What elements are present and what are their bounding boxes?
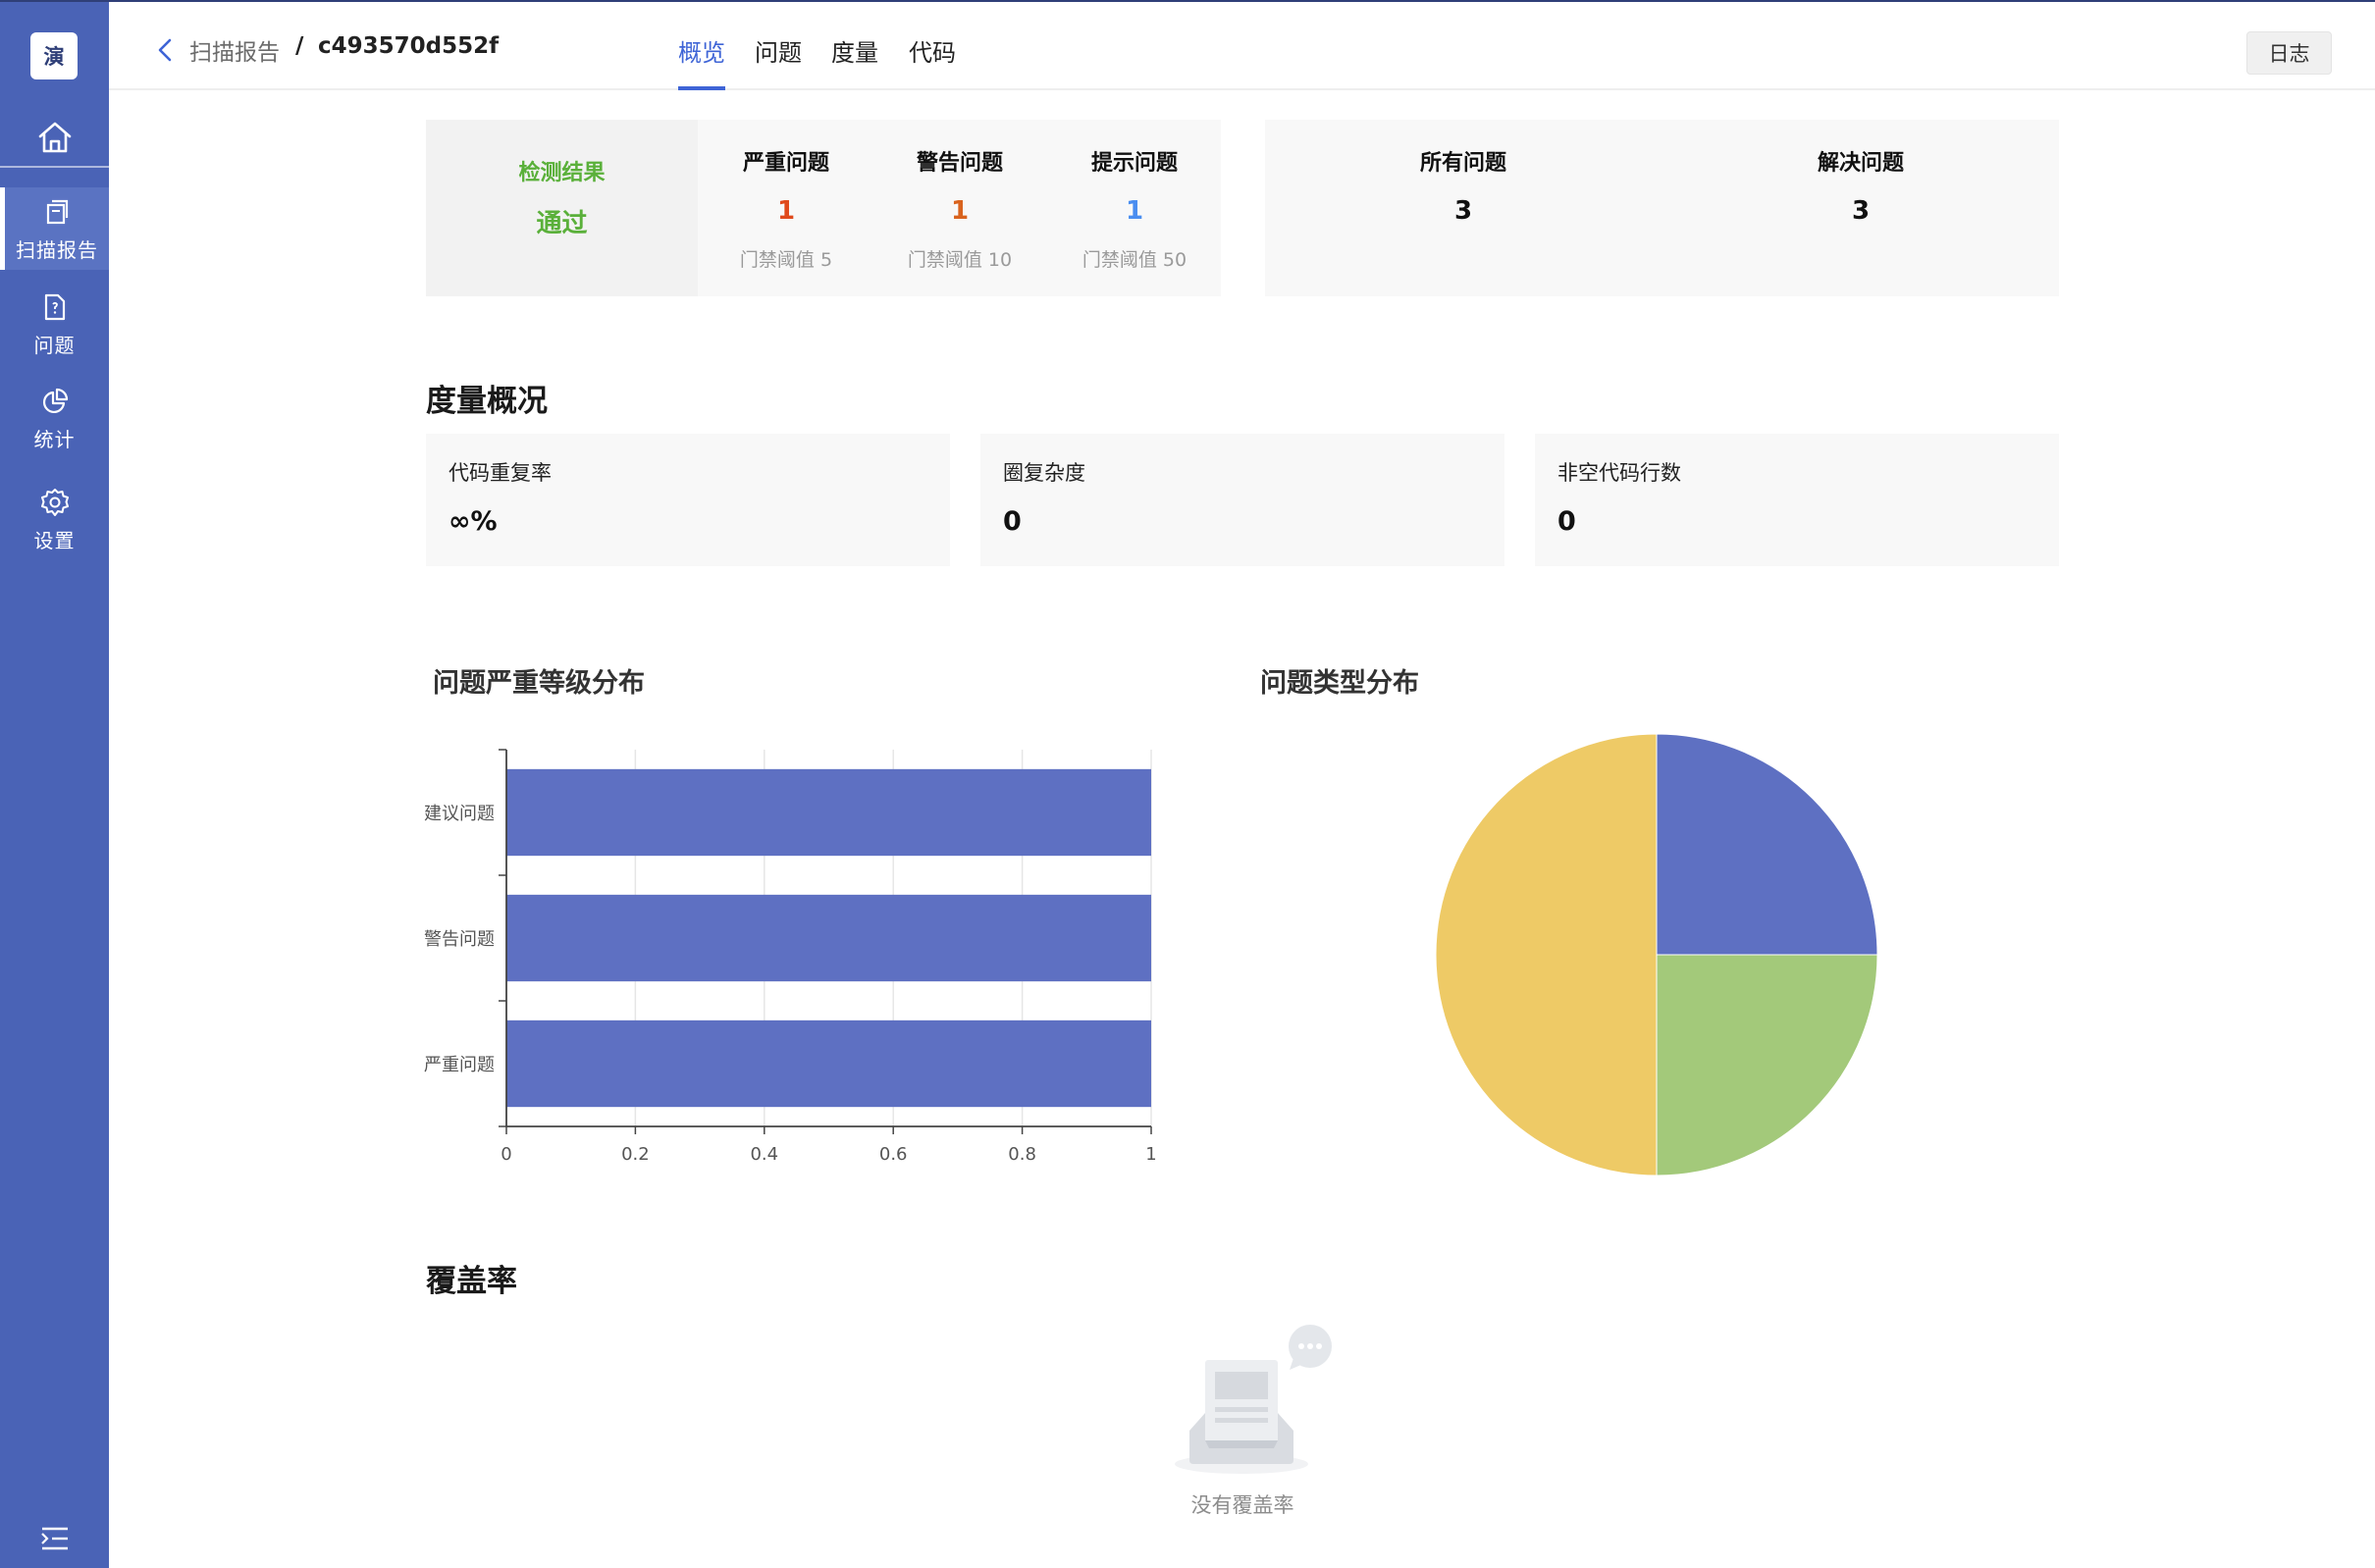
breadcrumb-separator: / — [295, 33, 304, 59]
back-button[interactable] — [154, 37, 176, 63]
bar[interactable] — [506, 1019, 1151, 1108]
home-icon — [38, 122, 71, 153]
x-tick-label: 1 — [1145, 1144, 1156, 1165]
sidebar-item-stats[interactable]: 统计 — [0, 377, 109, 459]
severity-warning: 警告问题 1 门禁阈值 10 — [871, 120, 1048, 296]
bar[interactable] — [506, 894, 1151, 982]
tab-metrics[interactable]: 度量 — [831, 33, 878, 68]
breadcrumb-scan-id: c493570d552f — [318, 33, 500, 59]
severity-threshold: 门禁阈值 10 — [907, 249, 1013, 271]
metric-label: 非空代码行数 — [1557, 461, 1681, 485]
bar[interactable] — [506, 768, 1151, 857]
severity-count[interactable]: 1 — [1046, 196, 1223, 226]
chevron-left-icon — [158, 38, 172, 62]
metric-value: ∞% — [449, 506, 498, 537]
severity-threshold: 门禁阈值 5 — [739, 249, 833, 271]
pie-chart-icon — [40, 385, 70, 418]
log-button[interactable]: 日志 — [2246, 31, 2332, 75]
top-header: 扫描报告 / c493570d552f 概览 问题 度量 代码 日志 — [109, 0, 2375, 90]
severity-threshold: 门禁阈值 50 — [1082, 249, 1188, 271]
total-title: 解决问题 — [1817, 151, 1904, 176]
total-all-issues: 所有问题 3 — [1316, 120, 1610, 296]
pie-slice[interactable] — [1656, 954, 1878, 1176]
gear-icon — [39, 486, 71, 519]
metric-card-complexity: 圈复杂度 0 — [980, 434, 1504, 566]
sidebar-item-label: 问题 — [33, 333, 76, 357]
issue-file-icon — [42, 290, 68, 324]
severity-count[interactable]: 1 — [871, 196, 1048, 226]
check-result-block: 检测结果 通过 — [426, 120, 698, 296]
x-tick-label: 0.8 — [1008, 1144, 1036, 1165]
pie-slice[interactable] — [1656, 733, 1878, 956]
severity-chart-title: 问题严重等级分布 — [433, 668, 645, 699]
x-tick-label: 0.2 — [621, 1144, 650, 1165]
sidebar-item-home[interactable] — [0, 108, 109, 167]
coverage-section-title: 覆盖率 — [426, 1264, 517, 1299]
type-pie-chart — [1435, 733, 1878, 1176]
y-tick-label: 严重问题 — [424, 1055, 495, 1075]
severity-title: 警告问题 — [916, 151, 1003, 176]
report-icon — [43, 195, 71, 229]
severity-count[interactable]: 1 — [698, 196, 874, 226]
severity-bar-chart: 0 0.2 0.4 0.6 0.8 1 建议问题警告问题严重问题 — [424, 749, 1157, 1165]
severity-critical: 严重问题 1 门禁阈值 5 — [698, 120, 874, 296]
sidebar-divider — [0, 166, 109, 168]
metric-value: 0 — [1557, 506, 1576, 537]
empty-inbox-icon — [1175, 1325, 1332, 1474]
type-chart-title: 问题类型分布 — [1260, 668, 1419, 699]
sidebar-item-label: 统计 — [33, 427, 76, 451]
pie-slice[interactable] — [1435, 733, 1658, 1176]
x-tick-label: 0.6 — [879, 1144, 908, 1165]
total-value[interactable]: 3 — [1316, 196, 1610, 226]
x-tick-label: 0.4 — [750, 1144, 778, 1165]
active-tab-indicator — [678, 86, 725, 90]
metric-card-duplication: 代码重复率 ∞% — [426, 434, 950, 566]
breadcrumb-scan-report-link[interactable]: 扫描报告 — [189, 33, 280, 67]
severity-hint: 提示问题 1 门禁阈值 50 — [1046, 120, 1223, 296]
sidebar-item-label: 设置 — [33, 528, 76, 552]
coverage-empty-text: 没有覆盖率 — [1190, 1493, 1294, 1517]
y-tick-label: 建议问题 — [424, 804, 495, 824]
x-tick-label: 0 — [501, 1144, 511, 1165]
metrics-section-title: 度量概况 — [426, 384, 548, 419]
total-title: 所有问题 — [1419, 151, 1506, 176]
sidebar-collapse-button[interactable] — [37, 1523, 73, 1554]
tab-code[interactable]: 代码 — [909, 33, 956, 68]
sidebar-item-settings[interactable]: 设置 — [0, 478, 109, 560]
metric-label: 代码重复率 — [449, 461, 552, 485]
sidebar-item-label: 扫描报告 — [16, 237, 98, 262]
severity-title: 严重问题 — [742, 151, 829, 176]
sidebar: 演 扫描报告 问题 统计 设置 — [0, 0, 109, 1568]
metric-card-code-lines: 非空代码行数 0 — [1535, 434, 2059, 566]
total-value[interactable]: 3 — [1714, 196, 2008, 226]
check-result-title: 检测结果 — [518, 161, 606, 185]
issue-totals-panel: 所有问题 3 解决问题 3 — [1265, 120, 2059, 296]
metric-value: 0 — [1003, 506, 1022, 537]
tab-issues[interactable]: 问题 — [755, 33, 802, 68]
check-result-value: 通过 — [536, 209, 588, 238]
app-logo[interactable]: 演 — [30, 32, 78, 79]
scan-result-panel: 检测结果 通过 严重问题 1 门禁阈值 5 警告问题 1 门禁阈值 10 提示问… — [426, 120, 1221, 296]
y-tick-label: 警告问题 — [424, 929, 495, 950]
sidebar-item-scan-report[interactable]: 扫描报告 — [0, 187, 109, 270]
total-resolved-issues: 解决问题 3 — [1714, 120, 2008, 296]
severity-title: 提示问题 — [1090, 151, 1178, 176]
sidebar-item-issues[interactable]: 问题 — [0, 283, 109, 365]
tab-overview[interactable]: 概览 — [678, 33, 725, 68]
metric-label: 圈复杂度 — [1003, 461, 1085, 485]
menu-expand-icon — [41, 1527, 68, 1550]
